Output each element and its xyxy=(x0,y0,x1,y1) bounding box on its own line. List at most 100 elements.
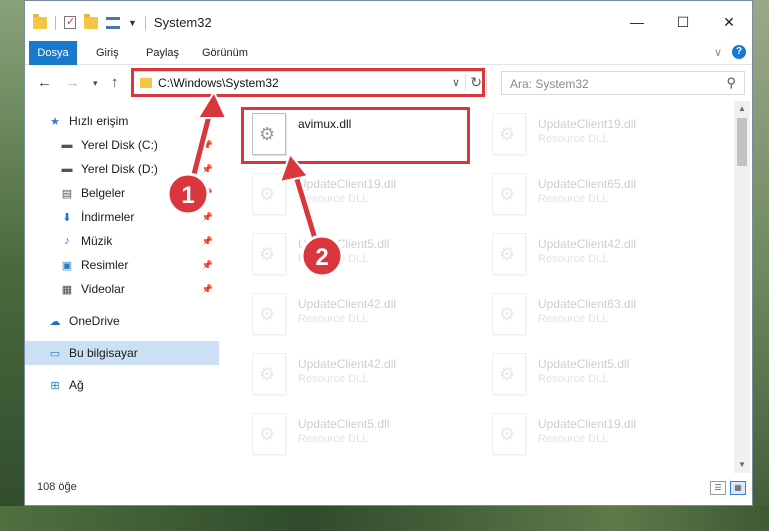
tab-share[interactable]: Paylaş xyxy=(146,41,179,65)
file-tile[interactable]: UpdateClient5.dll Resource DLL xyxy=(484,347,714,403)
maximize-button[interactable]: ☐ xyxy=(660,9,706,35)
file-tile[interactable]: UpdateClient42.dll Resource DLL xyxy=(244,347,474,403)
pin-icon[interactable]: 📌 xyxy=(202,140,213,151)
recent-locations-icon[interactable]: ▾ xyxy=(93,78,98,89)
window-controls: — ☐ ✕ xyxy=(614,9,752,35)
nav-item-network[interactable]: ⊞ Ağ xyxy=(25,373,219,397)
file-name: UpdateClient42.dll xyxy=(538,237,637,251)
file-name: UpdateClient19.dll xyxy=(298,177,397,191)
file-tile[interactable]: UpdateClient63.dll Resource DLL xyxy=(484,287,714,343)
ribbon-tabs: Dosya Giriş Paylaş Görünüm ∨ ? xyxy=(25,41,752,65)
dll-file-icon xyxy=(252,233,286,275)
up-arrow-icon[interactable]: ↑ xyxy=(111,74,119,91)
dll-file-icon xyxy=(492,413,526,455)
dll-file-icon xyxy=(492,233,526,275)
forward-arrow-icon[interactable]: → xyxy=(65,74,80,91)
nav-item-videos[interactable]: ▦ Videolar 📌 xyxy=(25,277,219,301)
properties-icon[interactable] xyxy=(64,15,76,29)
navigation-pane: ★ Hızlı erişim ▬ Yerel Disk (C:) 📌 ▬ Yer… xyxy=(25,103,219,473)
drive-icon: ▬ xyxy=(61,163,73,175)
nav-item-local-disk-c[interactable]: ▬ Yerel Disk (C:) 📌 xyxy=(25,133,219,157)
item-count: 108 öğe xyxy=(37,481,77,493)
nav-item-downloads[interactable]: ⬇ İndirmeler 📌 xyxy=(25,205,219,229)
nav-item-onedrive[interactable]: ☁ OneDrive xyxy=(25,309,219,333)
pin-icon[interactable]: 📌 xyxy=(202,164,213,175)
back-arrow-icon[interactable]: ← xyxy=(37,74,52,91)
pin-icon[interactable]: 📌 xyxy=(202,236,213,247)
nav-item-label: Belgeler xyxy=(81,186,126,200)
dll-file-icon xyxy=(252,413,286,455)
file-type: Resource DLL xyxy=(538,133,609,145)
drive-icon: ▬ xyxy=(61,139,73,151)
details-view-icon[interactable]: ☰ xyxy=(710,481,726,495)
file-type: Resource DLL xyxy=(298,253,369,265)
search-icon[interactable]: ⚲ xyxy=(726,75,736,91)
highlight-file xyxy=(241,107,470,164)
network-icon: ⊞ xyxy=(50,379,60,392)
scroll-up-icon[interactable]: ▲ xyxy=(734,101,750,117)
pin-icon[interactable]: 📌 xyxy=(202,212,213,223)
nav-item-label: Hızlı erişim xyxy=(69,114,129,128)
file-type: Resource DLL xyxy=(538,433,609,445)
toolbar-divider xyxy=(55,15,56,30)
folder-icon xyxy=(33,13,47,29)
file-type: Resource DLL xyxy=(538,313,609,325)
file-tile[interactable]: UpdateClient5.dll Resource DLL xyxy=(244,227,474,283)
tab-file[interactable]: Dosya xyxy=(29,41,77,65)
scrollbar-thumb[interactable] xyxy=(737,118,747,166)
nav-item-local-disk-d[interactable]: ▬ Yerel Disk (D:) 📌 xyxy=(25,157,219,181)
view-options-icon[interactable] xyxy=(106,16,120,29)
computer-icon: ▭ xyxy=(49,347,61,360)
nav-item-this-pc[interactable]: ▭ Bu bilgisayar xyxy=(25,341,219,365)
star-icon: ★ xyxy=(50,115,60,128)
vertical-scrollbar[interactable]: ▲ ▼ xyxy=(734,101,750,473)
file-type: Resource DLL xyxy=(298,373,369,385)
download-icon: ⬇ xyxy=(62,211,72,224)
file-type: Resource DLL xyxy=(538,373,609,385)
close-button[interactable]: ✕ xyxy=(706,9,752,35)
minimize-button[interactable]: — xyxy=(614,9,660,35)
file-type: Resource DLL xyxy=(538,253,609,265)
dll-file-icon xyxy=(492,173,526,215)
nav-item-label: Yerel Disk (C:) xyxy=(81,138,158,152)
nav-item-music[interactable]: ♪ Müzik 📌 xyxy=(25,229,219,253)
search-placeholder: Ara: System32 xyxy=(510,77,589,91)
pin-icon[interactable]: 📌 xyxy=(202,188,213,199)
nav-item-quick-access[interactable]: ★ Hızlı erişim xyxy=(25,109,219,133)
file-tile[interactable]: UpdateClient5.dll Resource DLL xyxy=(244,407,474,463)
customize-toolbar-icon[interactable]: ▼ xyxy=(128,18,137,28)
nav-item-label: Videolar xyxy=(81,282,125,296)
scroll-down-icon[interactable]: ▼ xyxy=(734,457,750,473)
file-tile[interactable]: UpdateClient42.dll Resource DLL xyxy=(244,287,474,343)
music-icon: ♪ xyxy=(64,235,70,247)
file-type: Resource DLL xyxy=(298,193,369,205)
documents-icon: ▤ xyxy=(61,187,73,200)
expand-ribbon-icon[interactable]: ∨ xyxy=(714,46,722,59)
file-name: UpdateClient19.dll xyxy=(538,117,637,131)
nav-item-label: Ağ xyxy=(69,378,84,392)
nav-item-label: Bu bilgisayar xyxy=(69,346,138,360)
desktop-background-bottom xyxy=(0,506,769,531)
dll-file-icon xyxy=(492,293,526,335)
file-name: UpdateClient19.dll xyxy=(538,417,637,431)
file-tile[interactable]: UpdateClient19.dll Resource DLL xyxy=(484,107,714,163)
search-input[interactable]: Ara: System32 ⚲ xyxy=(501,71,745,95)
help-icon[interactable]: ? xyxy=(732,45,746,59)
new-folder-icon[interactable] xyxy=(84,13,98,29)
status-bar: 108 öğe ☰ ▦ xyxy=(25,477,752,505)
pin-icon[interactable]: 📌 xyxy=(202,284,213,295)
file-tile[interactable]: UpdateClient19.dll Resource DLL xyxy=(484,407,714,463)
file-name: UpdateClient42.dll xyxy=(298,357,397,371)
nav-item-label: Müzik xyxy=(81,234,113,248)
file-tile[interactable]: UpdateClient19.dll Resource DLL xyxy=(244,167,474,223)
large-icons-view-icon[interactable]: ▦ xyxy=(730,481,746,495)
nav-item-label: Resimler xyxy=(81,258,129,272)
desktop-background-right xyxy=(753,0,769,531)
pin-icon[interactable]: 📌 xyxy=(202,260,213,271)
tab-view[interactable]: Görünüm xyxy=(202,41,248,65)
nav-item-pictures[interactable]: ▣ Resimler 📌 xyxy=(25,253,219,277)
file-tile[interactable]: UpdateClient65.dll Resource DLL xyxy=(484,167,714,223)
file-tile[interactable]: UpdateClient42.dll Resource DLL xyxy=(484,227,714,283)
tab-home[interactable]: Giriş xyxy=(96,41,119,65)
nav-item-documents[interactable]: ▤ Belgeler 📌 xyxy=(25,181,219,205)
